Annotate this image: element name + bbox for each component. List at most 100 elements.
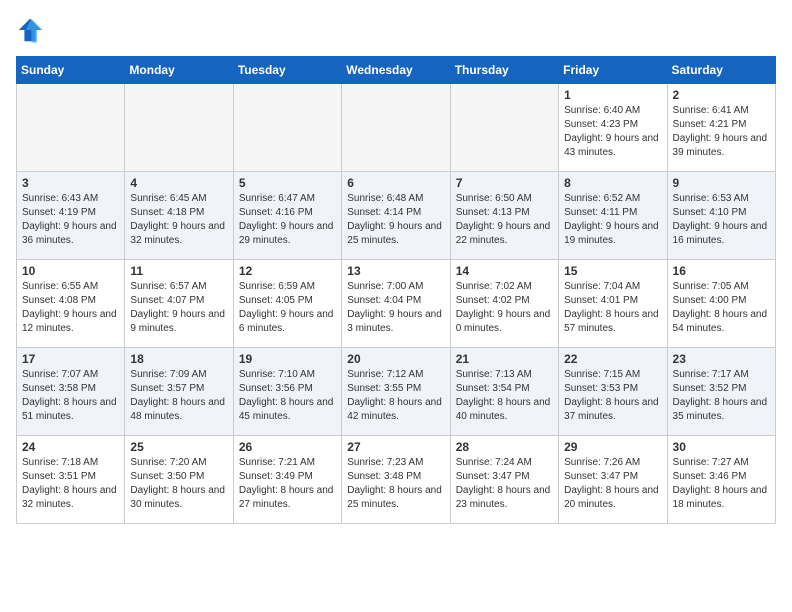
day-info: Sunrise: 7:24 AM Sunset: 3:47 PM Dayligh… <box>456 456 553 512</box>
calendar-cell: 11Sunrise: 6:57 AM Sunset: 4:07 PM Dayli… <box>125 260 233 348</box>
calendar-cell: 25 Sunrise: 7:20 AM Sunset: 3:50 PM Dayli… <box>125 436 233 524</box>
day-info: Sunrise: 7:23 AM Sunset: 3:48 PM Dayligh… <box>347 456 444 512</box>
day-info: Sunrise: 6:40 AM Sunset: 4:23 PM Dayligh… <box>564 104 661 160</box>
calendar-cell: 23 Sunrise: 7:17 AM Sunset: 3:52 PM Dayli… <box>667 348 775 436</box>
calendar-week-row: 24Sunrise: 7:18 AM Sunset: 3:51 PM Dayli… <box>17 436 776 524</box>
day-number: 10 <box>22 264 119 278</box>
day-info: Sunrise: 7:15 AM Sunset: 3:53 PM Dayligh… <box>564 368 661 424</box>
day-info: Sunrise: 7:02 AM Sunset: 4:02 PM Dayligh… <box>456 280 553 336</box>
day-number: 24 <box>22 440 119 454</box>
day-number: 19 <box>239 352 336 366</box>
calendar-cell: 21 Sunrise: 7:13 AM Sunset: 3:54 PM Dayli… <box>450 348 558 436</box>
calendar-week-row: 3 Sunrise: 6:43 AM Sunset: 4:19 PM Daylig… <box>17 172 776 260</box>
day-info: Sunrise: 6:41 AM Sunset: 4:21 PM Dayligh… <box>673 104 770 160</box>
day-number: 7 <box>456 176 553 190</box>
calendar-cell: 17 Sunrise: 7:07 AM Sunset: 3:58 PM Dayli… <box>17 348 125 436</box>
day-info: Sunrise: 7:00 AM Sunset: 4:04 PM Dayligh… <box>347 280 444 336</box>
calendar-cell: 8 Sunrise: 6:52 AM Sunset: 4:11 PM Daylig… <box>559 172 667 260</box>
weekday-header: Wednesday <box>342 57 450 84</box>
calendar-cell: 24Sunrise: 7:18 AM Sunset: 3:51 PM Dayli… <box>17 436 125 524</box>
day-number: 26 <box>239 440 336 454</box>
day-number: 13 <box>347 264 444 278</box>
day-number: 3 <box>22 176 119 190</box>
weekday-header: Friday <box>559 57 667 84</box>
day-number: 16 <box>673 264 770 278</box>
day-number: 22 <box>564 352 661 366</box>
calendar-cell: 6 Sunrise: 6:48 AM Sunset: 4:14 PM Daylig… <box>342 172 450 260</box>
day-info: Sunrise: 6:43 AM Sunset: 4:19 PM Dayligh… <box>22 192 119 248</box>
calendar-week-row: 1 Sunrise: 6:40 AM Sunset: 4:23 PM Daylig… <box>17 84 776 172</box>
day-info: Sunrise: 7:26 AM Sunset: 3:47 PM Dayligh… <box>564 456 661 512</box>
day-number: 6 <box>347 176 444 190</box>
day-info: Sunrise: 7:05 AM Sunset: 4:00 PM Dayligh… <box>673 280 770 336</box>
calendar-week-row: 17 Sunrise: 7:07 AM Sunset: 3:58 PM Dayli… <box>17 348 776 436</box>
header <box>16 16 776 44</box>
day-info: Sunrise: 6:48 AM Sunset: 4:14 PM Dayligh… <box>347 192 444 248</box>
day-number: 23 <box>673 352 770 366</box>
calendar-cell: 3 Sunrise: 6:43 AM Sunset: 4:19 PM Daylig… <box>17 172 125 260</box>
day-number: 1 <box>564 88 661 102</box>
day-number: 17 <box>22 352 119 366</box>
calendar-cell: 27 Sunrise: 7:23 AM Sunset: 3:48 PM Dayli… <box>342 436 450 524</box>
weekday-header: Saturday <box>667 57 775 84</box>
day-number: 25 <box>130 440 227 454</box>
day-number: 4 <box>130 176 227 190</box>
day-number: 12 <box>239 264 336 278</box>
day-number: 8 <box>564 176 661 190</box>
day-number: 9 <box>673 176 770 190</box>
calendar-cell <box>342 84 450 172</box>
day-info: Sunrise: 6:50 AM Sunset: 4:13 PM Dayligh… <box>456 192 553 248</box>
day-info: Sunrise: 6:52 AM Sunset: 4:11 PM Dayligh… <box>564 192 661 248</box>
logo <box>16 16 48 44</box>
weekday-header: Sunday <box>17 57 125 84</box>
day-info: Sunrise: 7:12 AM Sunset: 3:55 PM Dayligh… <box>347 368 444 424</box>
day-info: Sunrise: 6:53 AM Sunset: 4:10 PM Dayligh… <box>673 192 770 248</box>
calendar-cell: 13 Sunrise: 7:00 AM Sunset: 4:04 PM Dayli… <box>342 260 450 348</box>
calendar-cell: 5 Sunrise: 6:47 AM Sunset: 4:16 PM Daylig… <box>233 172 341 260</box>
day-info: Sunrise: 7:07 AM Sunset: 3:58 PM Dayligh… <box>22 368 119 424</box>
calendar-cell: 28 Sunrise: 7:24 AM Sunset: 3:47 PM Dayli… <box>450 436 558 524</box>
day-info: Sunrise: 6:47 AM Sunset: 4:16 PM Dayligh… <box>239 192 336 248</box>
day-number: 20 <box>347 352 444 366</box>
calendar-cell: 12 Sunrise: 6:59 AM Sunset: 4:05 PM Dayli… <box>233 260 341 348</box>
day-info: Sunrise: 7:09 AM Sunset: 3:57 PM Dayligh… <box>130 368 227 424</box>
calendar-cell: 9 Sunrise: 6:53 AM Sunset: 4:10 PM Daylig… <box>667 172 775 260</box>
calendar-cell: 10 Sunrise: 6:55 AM Sunset: 4:08 PM Dayli… <box>17 260 125 348</box>
day-number: 5 <box>239 176 336 190</box>
calendar-cell: 26 Sunrise: 7:21 AM Sunset: 3:49 PM Dayli… <box>233 436 341 524</box>
day-info: Sunrise: 6:55 AM Sunset: 4:08 PM Dayligh… <box>22 280 119 336</box>
day-info: Sunrise: 7:20 AM Sunset: 3:50 PM Dayligh… <box>130 456 227 512</box>
calendar-cell: 16 Sunrise: 7:05 AM Sunset: 4:00 PM Dayli… <box>667 260 775 348</box>
day-info: Sunrise: 7:27 AM Sunset: 3:46 PM Dayligh… <box>673 456 770 512</box>
day-info: Sunrise: 7:13 AM Sunset: 3:54 PM Dayligh… <box>456 368 553 424</box>
day-number: 27 <box>347 440 444 454</box>
day-number: 30 <box>673 440 770 454</box>
calendar-cell: 22 Sunrise: 7:15 AM Sunset: 3:53 PM Dayli… <box>559 348 667 436</box>
calendar-cell <box>450 84 558 172</box>
day-number: 21 <box>456 352 553 366</box>
calendar-cell: 20 Sunrise: 7:12 AM Sunset: 3:55 PM Dayli… <box>342 348 450 436</box>
day-number: 28 <box>456 440 553 454</box>
day-info: Sunrise: 6:45 AM Sunset: 4:18 PM Dayligh… <box>130 192 227 248</box>
day-info: Sunrise: 7:04 AM Sunset: 4:01 PM Dayligh… <box>564 280 661 336</box>
calendar-cell: 1 Sunrise: 6:40 AM Sunset: 4:23 PM Daylig… <box>559 84 667 172</box>
calendar-cell <box>17 84 125 172</box>
calendar-cell: 18Sunrise: 7:09 AM Sunset: 3:57 PM Dayli… <box>125 348 233 436</box>
calendar-week-row: 10 Sunrise: 6:55 AM Sunset: 4:08 PM Dayli… <box>17 260 776 348</box>
day-info: Sunrise: 6:59 AM Sunset: 4:05 PM Dayligh… <box>239 280 336 336</box>
calendar-cell <box>233 84 341 172</box>
day-info: Sunrise: 7:10 AM Sunset: 3:56 PM Dayligh… <box>239 368 336 424</box>
calendar-cell: 14 Sunrise: 7:02 AM Sunset: 4:02 PM Dayli… <box>450 260 558 348</box>
weekday-header: Thursday <box>450 57 558 84</box>
calendar-cell: 30 Sunrise: 7:27 AM Sunset: 3:46 PM Dayli… <box>667 436 775 524</box>
calendar-table: SundayMondayTuesdayWednesdayThursdayFrid… <box>16 56 776 524</box>
weekday-header: Monday <box>125 57 233 84</box>
day-info: Sunrise: 7:21 AM Sunset: 3:49 PM Dayligh… <box>239 456 336 512</box>
day-number: 14 <box>456 264 553 278</box>
calendar-cell: 2Sunrise: 6:41 AM Sunset: 4:21 PM Daylig… <box>667 84 775 172</box>
weekday-header: Tuesday <box>233 57 341 84</box>
calendar-cell: 7 Sunrise: 6:50 AM Sunset: 4:13 PM Daylig… <box>450 172 558 260</box>
day-info: Sunrise: 7:17 AM Sunset: 3:52 PM Dayligh… <box>673 368 770 424</box>
day-number: 29 <box>564 440 661 454</box>
calendar-cell: 4 Sunrise: 6:45 AM Sunset: 4:18 PM Daylig… <box>125 172 233 260</box>
